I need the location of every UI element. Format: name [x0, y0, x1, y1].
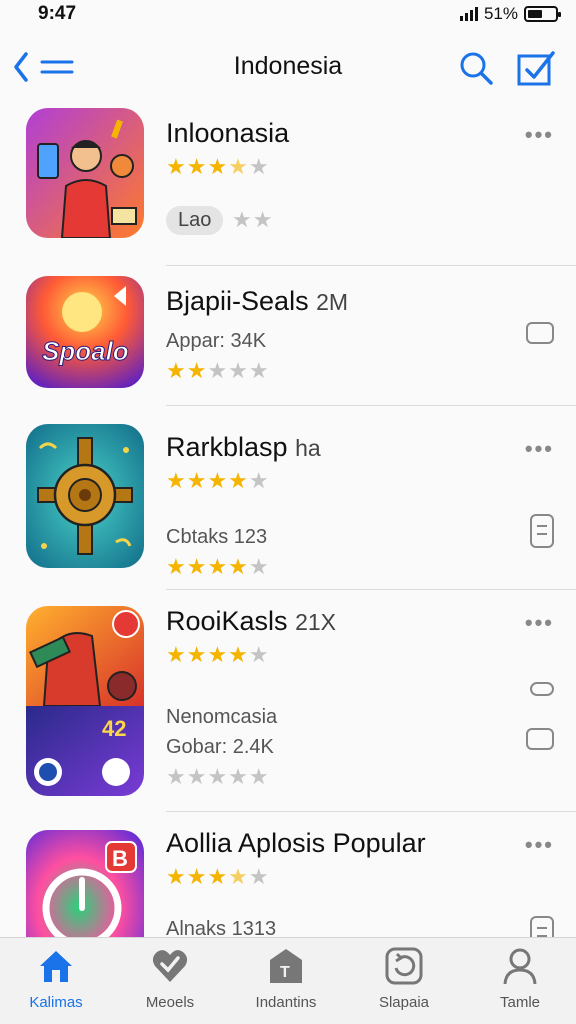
list-item[interactable]: 42 RooiKasls 21X ★★★★★ Nenomcasia Gobar:… [0, 590, 576, 812]
tab-bar: Kalimas Meoels T Indantins Slapaia Tamle [0, 937, 576, 1024]
svg-text:T: T [280, 964, 290, 981]
tab-refresh[interactable]: Slapaia [354, 946, 454, 1011]
app-title: RooiKasls 21X [166, 606, 337, 636]
status-bar: 9:47 51% [0, 0, 576, 30]
tab-label: Tamle [499, 994, 540, 1011]
list-item[interactable]: B Aollia Aplosis Popular ★★★★★ Alnaks 13… [0, 812, 576, 938]
sun-burst-logo-icon: Spoalo [26, 276, 144, 388]
more-options-icon[interactable]: ••• [525, 832, 554, 858]
icon-text: 42 [102, 716, 126, 741]
more-options-icon[interactable]: ••• [525, 610, 554, 636]
app-title: Bjapii-Seals 2M [166, 286, 349, 316]
tab-label: Slapaia [378, 994, 430, 1011]
battery-percent: 51% [483, 4, 518, 23]
icon-text: B [112, 846, 128, 871]
secondary-star-rating: ★★★★★ [166, 554, 270, 579]
more-options-icon[interactable]: ••• [525, 436, 554, 462]
person-with-phone-icon [26, 108, 144, 238]
app-subtitle: Alnaks 1313 [166, 918, 277, 938]
app-title: Aollia Aplosis Popular [166, 828, 426, 858]
status-right: 51% [459, 4, 561, 24]
golden-medallion-icon [26, 424, 144, 568]
tab-home[interactable]: Kalimas [6, 946, 106, 1011]
tab-favorites[interactable]: Meoels [120, 946, 220, 1011]
app-title: Rarkblasp ha [166, 432, 321, 462]
tag-icon: T [270, 949, 302, 983]
tab-label: Meoels [145, 994, 195, 1011]
secondary-star-rating: ★★★★★ [166, 764, 270, 789]
more-options-icon[interactable]: ••• [525, 122, 554, 148]
navigation-bar: Indonesia [0, 40, 576, 90]
star-rating: ★★★★★ [166, 468, 270, 493]
star-rating: ★★★★★ [166, 642, 270, 667]
app-subtitle-secondary: Gobar: 2.4K [166, 736, 274, 758]
app-list: Inloonasia ★★★★★ Lao ★★ ••• Spoalo Bjapi… [0, 92, 576, 938]
app-subtitle: Nenomcasia [166, 706, 278, 728]
document-icon[interactable] [530, 514, 554, 548]
search-icon[interactable] [458, 50, 494, 86]
home-icon [40, 951, 72, 982]
battery-icon [524, 6, 561, 22]
star-rating: ★★★★★ [166, 864, 270, 889]
app-subtitle: Appar: 34K [166, 330, 267, 352]
list-item[interactable]: Rarkblasp ha ★★★★★ Cbtaks 123 ★★★★★ ••• [0, 406, 576, 590]
colorful-timer-icon: B [26, 830, 144, 938]
device-icon[interactable] [526, 322, 554, 344]
device-icon[interactable] [526, 728, 554, 750]
tab-tags[interactable]: T Indantins [236, 946, 336, 1011]
refresh-icon [385, 947, 423, 985]
list-item[interactable]: Spoalo Bjapii-Seals 2M Appar: 34K ★★★★★ [0, 266, 576, 406]
person-icon [503, 948, 537, 985]
heart-icon [152, 950, 188, 982]
app-subtitle: Cbtaks 123 [166, 526, 268, 548]
star-rating: ★★★★★ [166, 154, 270, 179]
list-item[interactable]: Inloonasia ★★★★★ Lao ★★ ••• [0, 92, 576, 266]
icon-text: Spoalo [42, 336, 129, 366]
app-tag-badge[interactable]: Lao [166, 206, 224, 235]
red-character-icon: 42 [26, 606, 144, 796]
toggle-icon[interactable] [530, 682, 554, 696]
star-rating: ★★★★★ [166, 358, 270, 383]
app-title: Inloonasia [166, 118, 290, 148]
compose-icon[interactable] [516, 50, 556, 86]
document-icon[interactable] [530, 916, 554, 938]
status-time: 9:47 [38, 3, 77, 24]
signal-icon [459, 7, 478, 21]
secondary-star-rating: ★★ [232, 207, 274, 232]
tab-label: Indantins [255, 994, 317, 1011]
tab-label: Kalimas [29, 994, 83, 1011]
tab-profile[interactable]: Tamle [470, 946, 570, 1011]
